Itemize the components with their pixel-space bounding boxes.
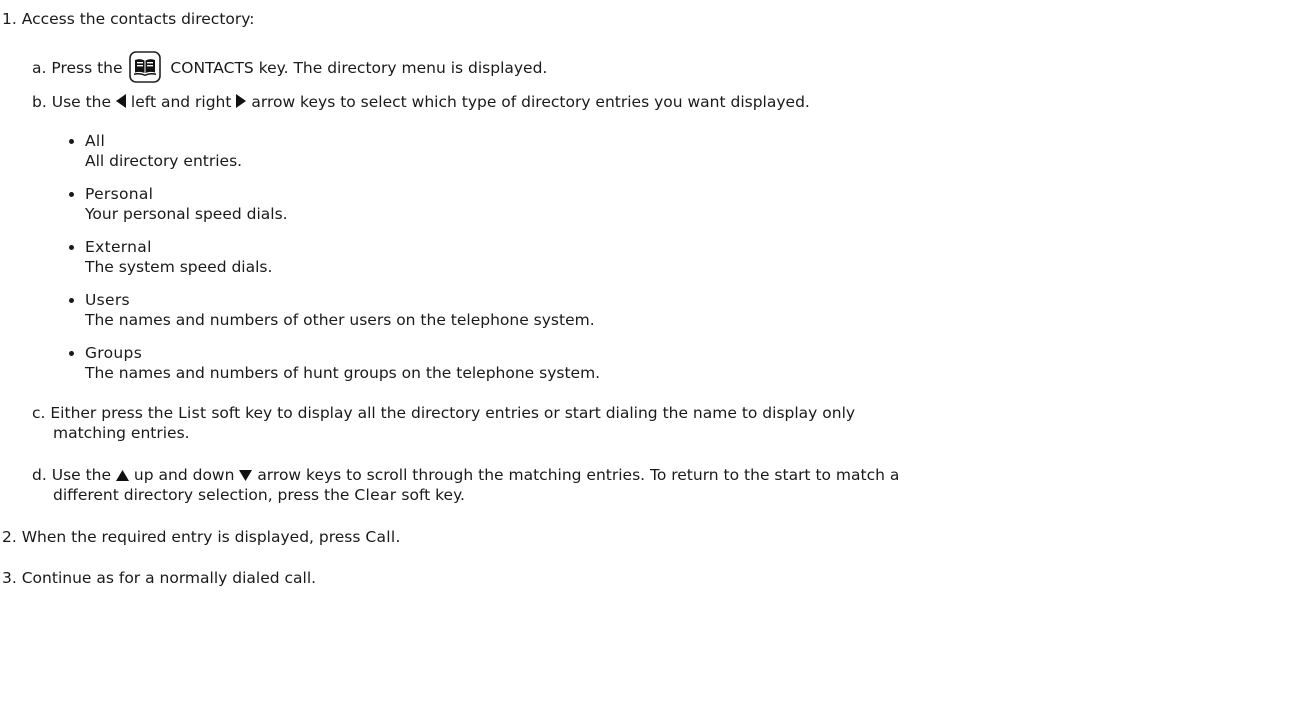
directory-type-name: Users bbox=[85, 291, 130, 309]
directory-type-name: Personal bbox=[85, 185, 154, 203]
step-number: 3. bbox=[2, 569, 17, 587]
down-arrow-icon bbox=[239, 470, 253, 481]
softkey-clear: Clear bbox=[354, 486, 397, 504]
softkey-call: Call bbox=[365, 528, 396, 546]
bullet-icon bbox=[69, 351, 74, 356]
substep-pre: Use the bbox=[51, 93, 112, 111]
substep-pre: Either press the bbox=[50, 404, 174, 422]
substep-cont: matching entries. bbox=[53, 424, 190, 442]
substep-pre: Press the bbox=[51, 59, 123, 77]
up-arrow-icon bbox=[115, 470, 129, 481]
bullet-icon bbox=[69, 139, 74, 144]
directory-type-desc: The names and numbers of hunt groups on … bbox=[85, 364, 601, 382]
step-2: 2. When the required entry is displayed,… bbox=[2, 527, 400, 547]
directory-type-desc: All directory entries. bbox=[85, 152, 243, 170]
substep-mid: left and right bbox=[130, 93, 232, 111]
directory-type-name: External bbox=[85, 238, 152, 256]
substep-post: CONTACTS key. The directory menu is disp… bbox=[170, 59, 548, 77]
step-3: 3. Continue as for a normally dialed cal… bbox=[2, 568, 316, 588]
directory-type-desc: The names and numbers of other users on … bbox=[85, 311, 595, 329]
directory-type-desc: Your personal speed dials. bbox=[85, 205, 288, 223]
substep-letter: c. bbox=[32, 404, 46, 422]
substep-post: arrow keys to scroll through the matchin… bbox=[257, 466, 900, 484]
step-text-end: . bbox=[395, 528, 401, 546]
directory-type-name: All bbox=[85, 132, 106, 150]
substep-letter: d. bbox=[32, 466, 47, 484]
bullet-icon bbox=[69, 192, 74, 197]
step-text: When the required entry is displayed, pr… bbox=[21, 528, 361, 546]
substep-letter: b. bbox=[32, 93, 47, 111]
bullet-icon bbox=[69, 298, 74, 303]
substep-letter: a. bbox=[32, 59, 47, 77]
softkey-list: List bbox=[178, 404, 207, 422]
step-text: Access the contacts directory: bbox=[21, 10, 255, 28]
book-icon bbox=[129, 51, 162, 83]
step-1: 1. Access the contacts directory: bbox=[2, 9, 255, 29]
substep-d: d. Use the up and down arrow keys to scr… bbox=[32, 465, 899, 485]
substep-mid: up and down bbox=[133, 466, 235, 484]
directory-type-name: Groups bbox=[85, 344, 143, 362]
substep-post: arrow keys to select which type of direc… bbox=[251, 93, 810, 111]
substep-d-continued: different directory selection, press the… bbox=[53, 485, 465, 505]
substep-a: a. Press the CONTACTS key. The directory… bbox=[32, 51, 547, 83]
substep-c: c. Either press the List soft key to dis… bbox=[32, 403, 855, 423]
substep-b: b. Use the left and right arrow keys to … bbox=[32, 92, 810, 112]
step-text: Continue as for a normally dialed call. bbox=[21, 569, 317, 587]
step-number: 2. bbox=[2, 528, 17, 546]
substep-cont-post: soft key. bbox=[401, 486, 465, 504]
directory-type-desc: The system speed dials. bbox=[85, 258, 273, 276]
left-arrow-icon bbox=[115, 94, 126, 108]
bullet-icon bbox=[69, 245, 74, 250]
substep-pre: Use the bbox=[51, 466, 112, 484]
substep-post: soft key to display all the directory en… bbox=[211, 404, 856, 422]
substep-cont-pre: different directory selection, press the bbox=[53, 486, 350, 504]
step-number: 1. bbox=[2, 10, 17, 28]
right-arrow-icon bbox=[236, 94, 247, 108]
substep-c-continued: matching entries. bbox=[53, 423, 190, 443]
